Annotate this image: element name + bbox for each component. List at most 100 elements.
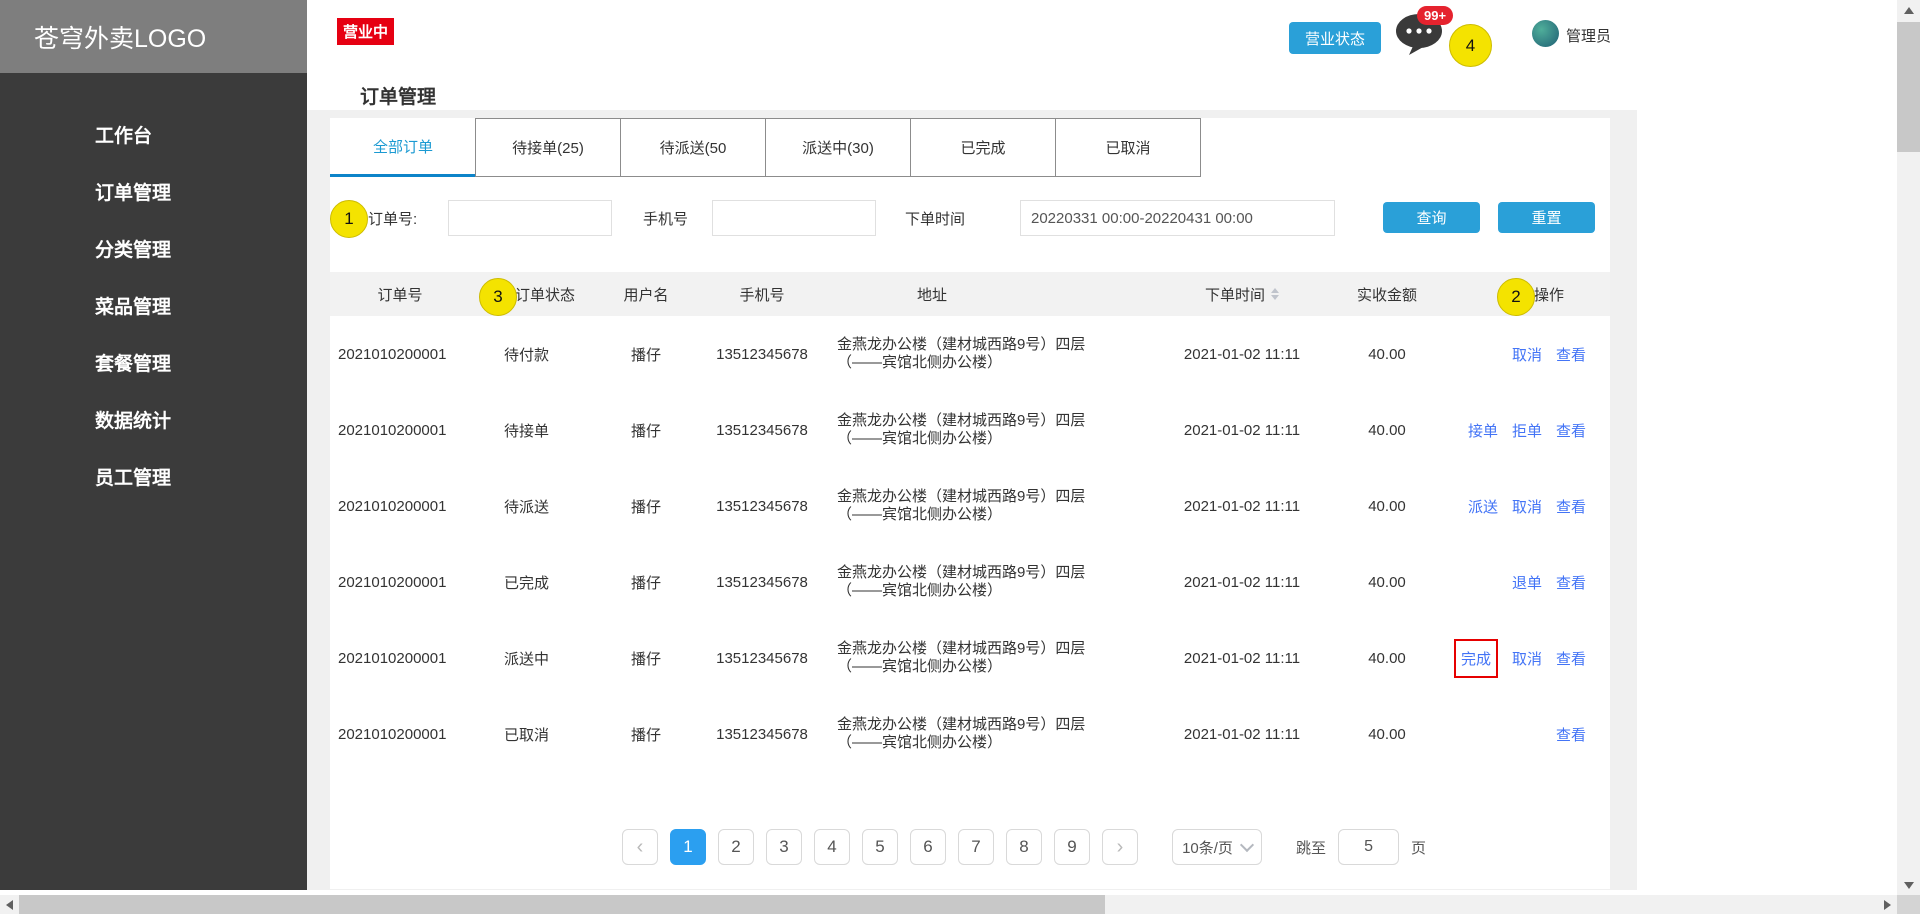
address-line-2: （——宾馆北侧办公楼） (837, 430, 1002, 448)
order-tabs: 全部订单待接单(25)待派送(50派送中(30)已完成已取消 (330, 118, 1201, 177)
sidebar-item-label: 套餐管理 (95, 349, 171, 376)
page-button[interactable]: 9 (1054, 829, 1090, 865)
vertical-scrollbar[interactable] (1897, 0, 1920, 895)
table-header: 订单号 订单状态 用户名 手机号 地址 下单时间 实收金额 操作 (330, 272, 1610, 316)
cell-phone: 13512345678 (692, 468, 832, 544)
page-button[interactable]: 5 (862, 829, 898, 865)
time-range-input[interactable] (1020, 200, 1335, 236)
tab-3[interactable]: 派送中(30) (765, 118, 911, 177)
tab-0[interactable]: 全部订单 (330, 118, 476, 177)
cell-phone: 13512345678 (692, 392, 832, 468)
phone-input[interactable] (712, 200, 876, 236)
pagination-next-button[interactable]: › (1102, 829, 1138, 865)
page-button[interactable]: 2 (718, 829, 754, 865)
row-action-link[interactable]: 查看 (1556, 420, 1586, 441)
row-action-link[interactable]: 取消 (1512, 648, 1542, 669)
tab-4[interactable]: 已完成 (910, 118, 1056, 177)
table-row: 2021010200001 已取消 播仔 13512345678 金燕龙办公楼（… (330, 696, 1610, 772)
order-no-input[interactable] (448, 200, 612, 236)
cell-phone: 13512345678 (692, 696, 832, 772)
row-action-link[interactable]: 查看 (1556, 496, 1586, 517)
cell-actions: 派送取消查看 (1442, 468, 1594, 544)
cell-user: 播仔 (600, 544, 692, 620)
sidebar-item-2[interactable]: 分类管理 (0, 220, 307, 277)
row-action-link[interactable]: 查看 (1556, 724, 1586, 745)
sort-icon[interactable] (1271, 288, 1279, 300)
jump-page-input[interactable] (1338, 829, 1399, 865)
address-line-2: （——宾馆北侧办公楼） (837, 506, 1002, 524)
cell-status: 已取消 (470, 696, 600, 772)
row-action-link[interactable]: 接单 (1468, 420, 1498, 441)
cell-address: 金燕龙办公楼（建材城西路9号）四层 （——宾馆北侧办公楼） (832, 316, 1152, 392)
address-line-2: （——宾馆北侧办公楼） (837, 658, 1002, 676)
page-button[interactable]: 7 (958, 829, 994, 865)
sidebar-item-label: 数据统计 (95, 406, 171, 433)
column-header-amount: 实收金额 (1332, 272, 1442, 316)
action-complete-highlighted[interactable]: 完成 (1454, 639, 1498, 678)
page-button[interactable]: 1 (670, 829, 706, 865)
business-status-button[interactable]: 营业状态 (1289, 22, 1381, 54)
page-button[interactable]: 4 (814, 829, 850, 865)
cell-address: 金燕龙办公楼（建材城西路9号）四层 （——宾馆北侧办公楼） (832, 468, 1152, 544)
scroll-up-icon[interactable] (1897, 0, 1920, 20)
cell-status: 派送中 (470, 620, 600, 696)
cell-order-no: 2021010200001 (330, 468, 470, 544)
row-action-link[interactable]: 取消 (1512, 496, 1542, 517)
row-action-link[interactable]: 查看 (1556, 572, 1586, 593)
sidebar: 工作台 订单管理 分类管理 菜品管理 套餐管理 数据统计 员工管理 (0, 73, 307, 890)
order-no-label: 订单号: (368, 208, 417, 229)
row-action-link[interactable]: 退单 (1512, 572, 1542, 593)
scroll-right-icon[interactable] (1878, 895, 1897, 914)
sidebar-item-5[interactable]: 数据统计 (0, 391, 307, 448)
sidebar-item-label: 员工管理 (95, 463, 171, 490)
cell-user: 播仔 (600, 392, 692, 468)
cell-actions: 完成取消查看 (1442, 620, 1594, 696)
scroll-left-icon[interactable] (0, 895, 19, 914)
horizontal-scrollbar[interactable] (0, 895, 1897, 914)
vertical-scrollbar-thumb[interactable] (1897, 22, 1920, 152)
row-action-link[interactable]: 取消 (1512, 344, 1542, 365)
row-action-link[interactable]: 查看 (1556, 344, 1586, 365)
reset-button[interactable]: 重置 (1498, 202, 1595, 233)
sidebar-item-4[interactable]: 套餐管理 (0, 334, 307, 391)
table-row: 2021010200001 待派送 播仔 13512345678 金燕龙办公楼（… (330, 468, 1610, 544)
sidebar-item-0[interactable]: 工作台 (0, 106, 307, 163)
order-management-card: 全部订单待接单(25)待派送(50派送中(30)已完成已取消 订单号: 手机号 … (330, 118, 1610, 889)
sidebar-item-label: 订单管理 (95, 178, 171, 205)
sidebar-item-6[interactable]: 员工管理 (0, 448, 307, 505)
avatar[interactable] (1532, 20, 1559, 47)
cell-address: 金燕龙办公楼（建材城西路9号）四层 （——宾馆北侧办公楼） (832, 696, 1152, 772)
page-button[interactable]: 6 (910, 829, 946, 865)
page-button[interactable]: 8 (1006, 829, 1042, 865)
cell-order-no: 2021010200001 (330, 696, 470, 772)
scrollbar-corner (1897, 895, 1920, 914)
admin-name[interactable]: 管理员 (1566, 25, 1611, 46)
sidebar-item-3[interactable]: 菜品管理 (0, 277, 307, 334)
cell-actions: 取消查看 (1442, 316, 1594, 392)
column-header-order-no: 订单号 (330, 272, 470, 316)
search-button[interactable]: 查询 (1383, 202, 1480, 233)
pagination-prev-button[interactable]: ‹ (622, 829, 658, 865)
tab-5[interactable]: 已取消 (1055, 118, 1201, 177)
cell-actions: 接单拒单查看 (1442, 392, 1594, 468)
cell-status: 已完成 (470, 544, 600, 620)
horizontal-scrollbar-thumb[interactable] (19, 895, 1105, 914)
scroll-down-icon[interactable] (1897, 875, 1920, 895)
page-size-select[interactable]: 10条/页 (1172, 829, 1262, 865)
cell-order-no: 2021010200001 (330, 316, 470, 392)
tab-2[interactable]: 待派送(50 (620, 118, 766, 177)
cell-time: 2021-01-02 11:11 (1152, 392, 1332, 468)
column-header-phone: 手机号 (692, 272, 832, 316)
address-line-1: 金燕龙办公楼（建材城西路9号）四层 (837, 336, 1085, 354)
row-action-link[interactable]: 查看 (1556, 648, 1586, 669)
jump-unit-label: 页 (1411, 837, 1426, 858)
page-button[interactable]: 3 (766, 829, 802, 865)
row-action-link[interactable]: 拒单 (1512, 420, 1542, 441)
chevron-down-icon (1240, 837, 1254, 851)
column-header-time-label: 下单时间 (1205, 284, 1265, 305)
row-action-link[interactable]: 派送 (1468, 496, 1498, 517)
sidebar-item-1[interactable]: 订单管理 (0, 163, 307, 220)
cell-amount: 40.00 (1332, 316, 1442, 392)
tab-1[interactable]: 待接单(25) (475, 118, 621, 177)
address-line-1: 金燕龙办公楼（建材城西路9号）四层 (837, 640, 1085, 658)
